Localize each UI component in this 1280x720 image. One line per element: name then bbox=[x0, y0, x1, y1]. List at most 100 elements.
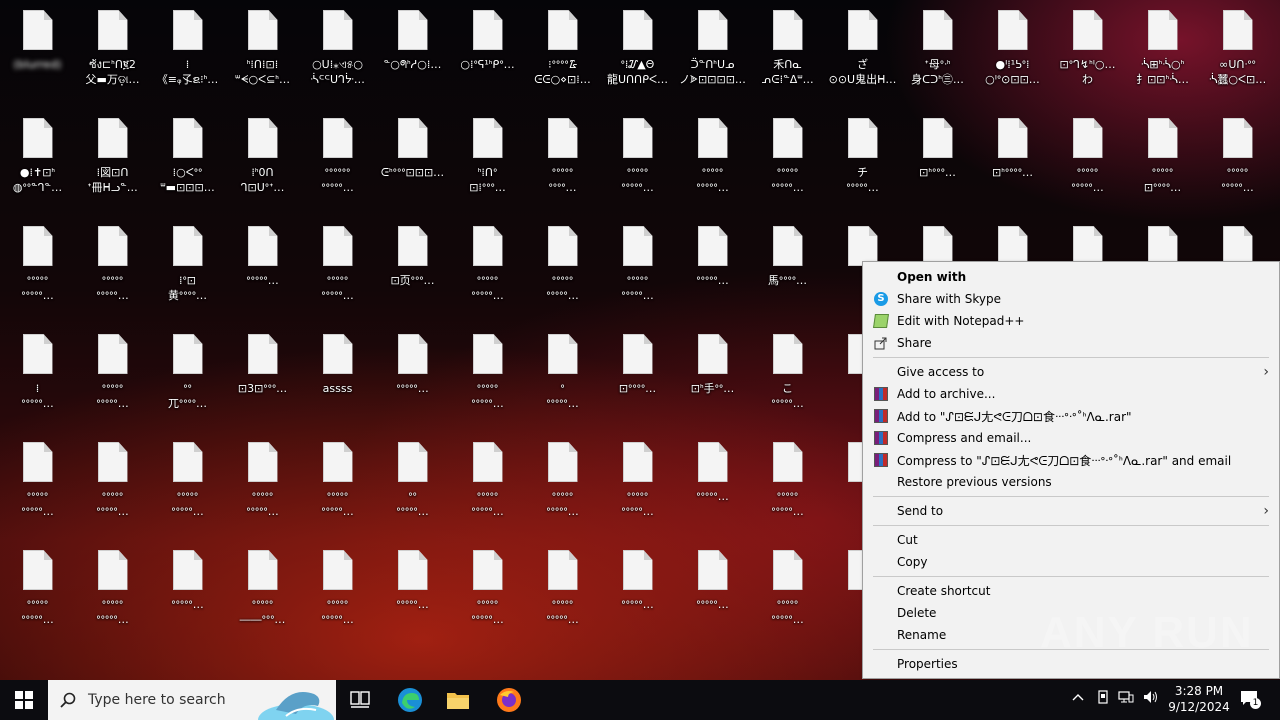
desktop-file-icon[interactable]: ᐤᐤᐤᐤᐤ ᐤᐤᐤᐤᐤ… bbox=[75, 432, 150, 540]
taskbar-search-box[interactable]: Type here to search bbox=[48, 680, 336, 720]
desktop-file-icon[interactable]: ᐤᐤᐤᐤᐤ ᐤᐤᐤᐤᐤ… bbox=[1200, 108, 1275, 216]
desktop-file-icon[interactable]: チ ᐤᐤᐤᐤᐤ… bbox=[825, 108, 900, 216]
desktop-file-icon[interactable]: ⁞○ᐸᐤᐤ ᐜ▬⊡⊡⊡… bbox=[150, 108, 225, 216]
desktop-file-icon[interactable]: ᐤ⁞᮸▲Θ 龍ᑌᑎᑎᑭᐸ… bbox=[600, 0, 675, 108]
desktop-file-icon[interactable]: ᐤᐤᐤᐤᐤ ᐤᐤᐤᐤᐤ… bbox=[600, 432, 675, 540]
desktop-file-icon[interactable]: ᐤᐤ 兀ᐤᐤᐤᐤ… bbox=[150, 324, 225, 432]
menu-item-send-to[interactable]: Send to › bbox=[863, 500, 1279, 522]
menu-item-cut[interactable]: Cut bbox=[863, 529, 1279, 551]
desktop-file-icon[interactable]: ᐤᐤᐤᐤᐤ ᐤᐤᐤᐤᐤ… bbox=[525, 432, 600, 540]
desktop-file-icon[interactable]: ᐤ ᐤᐤᐤᐤᐤ… bbox=[525, 324, 600, 432]
desktop-file-icon[interactable]: ⊡页ᐤᐤᐤ… bbox=[375, 216, 450, 324]
desktop-file-icon[interactable]: ᐤᐤᐤᐤᐤ… bbox=[675, 432, 750, 540]
menu-item-open-with[interactable]: Open with bbox=[863, 266, 1279, 288]
desktop-file-icon[interactable]: ○⁞ᐤᕋ¹ᑋᑭᐤ… bbox=[450, 0, 525, 108]
edge-taskbar-button[interactable] bbox=[386, 680, 434, 720]
desktop-file-icon[interactable]: ⊡ᑋ手ᐤᐤ… bbox=[675, 324, 750, 432]
firefox-taskbar-button[interactable] bbox=[485, 680, 533, 720]
volume-tray-button[interactable] bbox=[1141, 690, 1161, 710]
desktop-file-icon[interactable]: ⁝ᐤᐤᐤᐤ᮹ ᕮᕮ○⋄⊡⁞… bbox=[525, 0, 600, 108]
desktop-file-icon[interactable]: ᐤᐤᐤᐤᐤ ᐤᐤᐤᐤᐤ… bbox=[0, 540, 75, 648]
desktop-file-icon[interactable]: ●⁞✝⊡ᑋ ◍ᐤᐤᓐᒉᓐ… bbox=[0, 108, 75, 216]
network-tray-button[interactable] bbox=[1116, 690, 1136, 710]
desktop-file-icon[interactable]: ざ ⊙⊙ᑌ鬼出ᕼ… bbox=[825, 0, 900, 108]
desktop-file-icon[interactable]: ●ᑊ⁞¹ᕊᐤ⁞ ○ᑊᐤ⊙⊡⊡… bbox=[975, 0, 1050, 108]
desktop-file-icon[interactable]: こ ᐤᐤᐤᐤᐤ… bbox=[750, 324, 825, 432]
desktop-file-icon[interactable]: ᐤᐤᐤᐤᐤ… bbox=[675, 540, 750, 648]
desktop-file-icon[interactable]: ᐤᐤᐤᐤᐤ ᐤᐤᐤᐤᐤ… bbox=[150, 432, 225, 540]
desktop-file-icon[interactable]: ᐤᐤᐤᐤᐤ ᐤᐤᐤᐤᐤ… bbox=[450, 324, 525, 432]
task-view-button[interactable] bbox=[336, 680, 384, 720]
desktop-file-icon[interactable]: ᐤᐤᐤᐤᐤ ᐤᐤᐤᐤ… bbox=[525, 108, 600, 216]
menu-item-compress-to-rar-and-email[interactable]: Compress to "ᔑ⊡ᙓᒍ尢ᕙᕮ刀ᗝ⊡食ᐧᐧᐧᐤᐧᐤ˚ᑋᐱᓇ.rar" … bbox=[863, 449, 1279, 471]
menu-item-edit-with-notepad[interactable]: Edit with Notepad++ bbox=[863, 310, 1279, 332]
desktop-file-icon[interactable]: ᐤᐤᐤᐤᐤ ᐤᐤᐤᐤᐤ… bbox=[600, 216, 675, 324]
desktop-file-icon[interactable]: ⁞図⊡ᑎ ᐩ冊ᕼᓗᓐ… bbox=[75, 108, 150, 216]
desktop-file-icon[interactable]: 馬ᐤᐤᐤᐤ… bbox=[750, 216, 825, 324]
menu-item-share[interactable]: Share bbox=[863, 332, 1279, 354]
desktop-file-icon[interactable]: ⊡ᑋᐤᐤᐤᐤ… bbox=[975, 108, 1050, 216]
desktop-file-icon[interactable]: ᐤᐤᐤᐤᐤ… bbox=[675, 216, 750, 324]
desktop-file-icon[interactable]: ᐤᐤᐤᐤᐤ… bbox=[225, 216, 300, 324]
desktop-file-icon[interactable]: ⊡ᐤᐤᐤᐤ… bbox=[600, 324, 675, 432]
desktop-file-icon[interactable]: ᐤᐤᐤᐤᐤ ᐤᐤᐤᐤᐤ… bbox=[750, 432, 825, 540]
desktop-file-icon[interactable]: ○ᑌ⁞⁎ଏ୫○ ᔂᒼᒼᑌᒉᔼ… bbox=[300, 0, 375, 108]
show-hidden-icons-button[interactable] bbox=[1068, 690, 1088, 710]
desktop-file-icon[interactable]: ᑒᓐᑎᑋᑌᓄ ノᗎ⊡⊡⊡⊡… bbox=[675, 0, 750, 108]
desktop-file-icon[interactable]: ᐤᐤᐤᐤᐤ… bbox=[375, 540, 450, 648]
desktop-file-icon[interactable]: ᐤᐤᐤᐤᐤ ᐤᐤᐤᐤᐤ… bbox=[0, 216, 75, 324]
desktop-file-icon[interactable]: ᐤᐤᐤᐤᐤ ᐤᐤᐤᐤᐤ… bbox=[300, 216, 375, 324]
desktop-file-icon[interactable]: ᐤᐤᐤᐤᐤ ᐤᐤᐤᐤᐤ… bbox=[675, 108, 750, 216]
desktop-file-icon[interactable]: ᐤᐤᐤᐤᐤ ᐤᐤᐤᐤᐤ… bbox=[525, 216, 600, 324]
desktop-file-icon[interactable]: 禾ᑎᓇ ᕄᕮ⁞ᓐᐃᐜ… bbox=[750, 0, 825, 108]
desktop-file-icon[interactable]: ᐤᐤᐤᐤᐤ ᐤᐤᐤᐤᐤ… bbox=[450, 432, 525, 540]
action-center-button[interactable]: 1 bbox=[1238, 690, 1261, 710]
desktop-file-icon[interactable]: ⁞ ᐤᐤᐤᐤᐤ… bbox=[0, 324, 75, 432]
desktop-file-icon[interactable]: ᐤᐤᐤᐤᐤ ᐤᐤᐤᐤᐤ… bbox=[75, 324, 150, 432]
file-explorer-taskbar-button[interactable] bbox=[434, 680, 482, 720]
desktop-file-icon[interactable]: ⁞ᑋ0ᑎ ᒉ⊡ᑌᐤᐩ… bbox=[225, 108, 300, 216]
desktop-file-icon[interactable]: ᐤᐤᐤᐤᐤᐤ ᐤᐤᐤᐤᐤ… bbox=[300, 108, 375, 216]
device-tray-button[interactable] bbox=[1093, 690, 1113, 710]
desktop-file-icon[interactable]: ᐤᐤᐤᐤᐤ ᐤᐤᐤᐤᐤ… bbox=[750, 108, 825, 216]
desktop-file-icon[interactable]: ᐤᐤᐤᐤᐤ ᐤᐤᐤᐤᐤ… bbox=[1050, 108, 1125, 216]
desktop-file-icon[interactable]: ᓐ○ᖗᑋᓱ○⁞… bbox=[375, 0, 450, 108]
desktop-file-icon[interactable]: (blurred) bbox=[0, 0, 75, 108]
menu-item-give-access-to[interactable]: Give access to › bbox=[863, 361, 1279, 383]
desktop-file-icon[interactable]: ᐤᐤᐤᐤᐤ ᐤᐤᐤᐤᐤ… bbox=[450, 216, 525, 324]
desktop-file-icon[interactable]: ᑋ⁞ᑎ⁞⊡⁞ ᐜᗕ○ᐸ⊆ᑋ… bbox=[225, 0, 300, 108]
menu-item-add-to-archive[interactable]: Add to archive... bbox=[863, 383, 1279, 405]
desktop-file-icon[interactable]: ᐤᐤ ᐤᐤᐤᐤᐤ… bbox=[375, 432, 450, 540]
desktop-file-icon[interactable]: ᐤᐤᐤᐤᐤ ᐤᐤᐤᐤᐤ… bbox=[225, 432, 300, 540]
desktop-file-icon[interactable]: ᔂ⊞ᑋᔂ○ᑋ 扌⊡⊡ᑋᔂ… bbox=[1125, 0, 1200, 108]
menu-item-add-to-rar[interactable]: Add to "ᔑ⊡ᙓᒍ尢ᕙᕮ刀ᗝ⊡食ᐧᐧᐧᐤᐧᐤ˚ᑋᐱᓇ.rar" bbox=[863, 405, 1279, 427]
desktop-file-icon[interactable]: ᐤᐤᐤᐤᐤ ᐤᐤᐤᐤᐤ… bbox=[75, 216, 150, 324]
desktop-file-icon[interactable]: ⊡ᐤᒉ↯ᑋᑊ○… わ bbox=[1050, 0, 1125, 108]
menu-item-compress-and-email[interactable]: Compress and email... bbox=[863, 427, 1279, 449]
desktop-file-icon[interactable]: ᐤᐤᐤᐤᐤ ――ᐤᐤᐤ… bbox=[225, 540, 300, 648]
desktop-file-icon[interactable]: ᐤᐤᐤᐤᐤ… bbox=[150, 540, 225, 648]
desktop-file-icon[interactable]: ᐤᐤᐤᐤᐤ ᐤᐤᐤᐤᐤ… bbox=[750, 540, 825, 648]
desktop-file-icon[interactable]: ⊡ᑋᐤᐤᐤ… bbox=[900, 108, 975, 216]
desktop-file-icon[interactable]: ᐩ母ᐤᐧᑋ 身ᑕᑐᑋ㊂… bbox=[900, 0, 975, 108]
menu-item-share-with-skype[interactable]: S Share with Skype bbox=[863, 288, 1279, 310]
menu-item-create-shortcut[interactable]: Create shortcut bbox=[863, 580, 1279, 602]
menu-item-copy[interactable]: Copy bbox=[863, 551, 1279, 573]
desktop-file-icon[interactable]: ᐤᐤᐤᐤᐤ ᐤᐤᐤᐤᐤ… bbox=[300, 432, 375, 540]
desktop-file-icon[interactable]: ᕮᑋᐤᐤᐤ⊡⊡⊡… bbox=[375, 108, 450, 216]
desktop-file-icon[interactable]: ∞ᑌᑎᐧᐤᐤ ᔂ蠶○ᐸ⊡… bbox=[1200, 0, 1275, 108]
desktop-file-icon[interactable]: ᐤᐤᐤᐤᐤ… bbox=[600, 540, 675, 648]
desktop-file-icon[interactable]: ᐤᐤᐤᐤᐤ ᐤᐤᐤᐤᐤ… bbox=[300, 540, 375, 648]
desktop-file-icon[interactable]: ᐤᐤᐤᐤᐤ ᐤᐤᐤᐤᐤ… bbox=[0, 432, 75, 540]
desktop-file-icon[interactable]: ⁞ 《≡ᵩ孓ຂ⁝ᑋ… bbox=[150, 0, 225, 108]
desktop-file-icon[interactable]: assss bbox=[300, 324, 375, 432]
menu-item-restore-previous-versions[interactable]: Restore previous versions bbox=[863, 471, 1279, 493]
desktop-file-icon[interactable]: ᑋ⁞ᑎᐤ ⊡⁞ᐤᐤᐤ… bbox=[450, 108, 525, 216]
desktop-file-icon[interactable]: ᐤᐤᐤᐤᐤ ᐤᐤᐤᐤᐤ… bbox=[450, 540, 525, 648]
desktop-file-icon[interactable]: ⊡3⊡ᐤᐤᐤ… bbox=[225, 324, 300, 432]
desktop-file-icon[interactable]: ᐤᐤᐤᐤᐤ ᐤᐤᐤᐤᐤ… bbox=[75, 540, 150, 648]
desktop-file-icon[interactable]: ᐤᐤᐤᐤᐤ ᐤᐤᐤᐤᐤ… bbox=[525, 540, 600, 648]
desktop-file-icon[interactable]: ᐤᐤᐤᐤᐤ ᐤᐤᐤᐤᐤ… bbox=[600, 108, 675, 216]
start-button[interactable] bbox=[0, 680, 48, 720]
desktop-file-icon[interactable]: ⁞ᐤ⊡ 黄ᐤᐤᐤᐤ… bbox=[150, 216, 225, 324]
